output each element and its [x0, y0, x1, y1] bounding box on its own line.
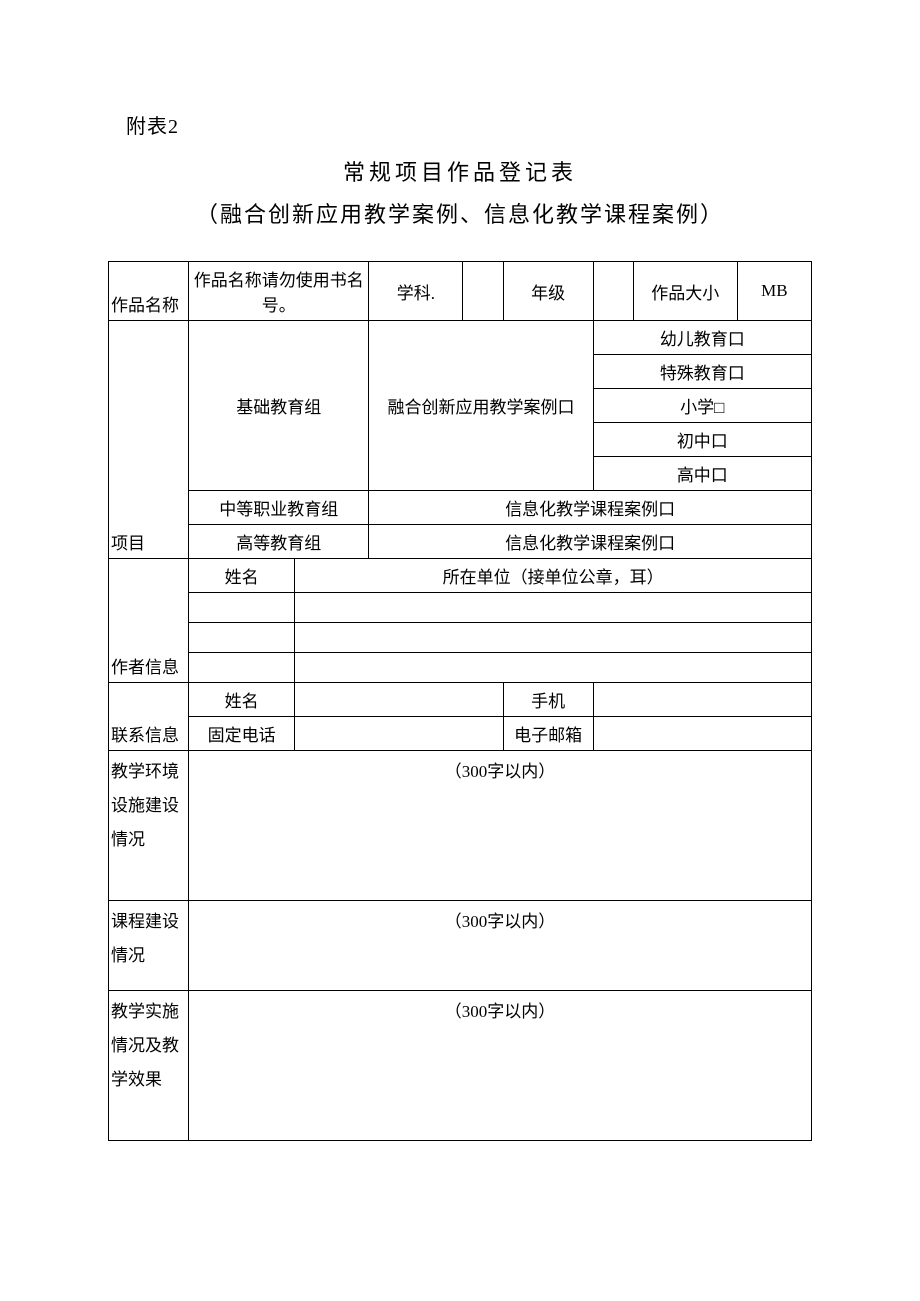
contact-email-label: 电子邮箱: [503, 717, 593, 751]
author-unit-3[interactable]: [295, 653, 812, 683]
author-name-label: 姓名: [189, 559, 295, 593]
appendix-label: 附表2: [108, 110, 812, 139]
contact-email-value[interactable]: [593, 717, 811, 751]
size-unit: MB: [737, 262, 811, 321]
contact-phone-value[interactable]: [295, 717, 503, 751]
effect-content[interactable]: （300字以内）: [189, 991, 812, 1141]
author-name-1[interactable]: [189, 593, 295, 623]
work-name-row-label: 作品名称: [109, 262, 189, 321]
author-row-2: [109, 623, 812, 653]
subject-label: 学科.: [369, 262, 463, 321]
author-name-3[interactable]: [189, 653, 295, 683]
contact-mobile-label: 手机: [503, 683, 593, 717]
registration-table: 作品名称 作品名称请勿使用书名号。 学科. 年级 作品大小 MB 项目 基础教育…: [108, 261, 812, 1141]
author-unit-1[interactable]: [295, 593, 812, 623]
case-vocational: 信息化教学课程案例口: [369, 491, 812, 525]
env-content[interactable]: （300字以内）: [189, 751, 812, 901]
contact-row-label: 联系信息: [109, 683, 189, 751]
case-higher: 信息化教学课程案例口: [369, 525, 812, 559]
opt-primary[interactable]: 小学□: [593, 389, 811, 423]
subject-value[interactable]: [463, 262, 503, 321]
contact-phone-label: 固定电话: [189, 717, 295, 751]
author-row-1: [109, 593, 812, 623]
opt-special[interactable]: 特殊教育口: [593, 355, 811, 389]
author-row-label: 作者信息: [109, 559, 189, 683]
contact-name-value[interactable]: [295, 683, 503, 717]
opt-senior[interactable]: 高中口: [593, 457, 811, 491]
page-title: 常规项目作品登记表: [108, 155, 812, 187]
author-name-2[interactable]: [189, 623, 295, 653]
effect-row-label: 教学实施情况及教学效果: [109, 991, 189, 1141]
course-content[interactable]: （300字以内）: [189, 901, 812, 991]
env-row-label: 教学环境设施建设情况: [109, 751, 189, 901]
author-unit-label: 所在单位（接单位公章，耳）: [295, 559, 812, 593]
author-unit-2[interactable]: [295, 623, 812, 653]
size-label: 作品大小: [633, 262, 737, 321]
group-basic: 基础教育组: [189, 321, 369, 491]
work-name-hint: 作品名称请勿使用书名号。: [189, 262, 369, 321]
opt-kindergarten[interactable]: 幼儿教育口: [593, 321, 811, 355]
group-higher: 高等教育组: [189, 525, 369, 559]
contact-name-label: 姓名: [189, 683, 295, 717]
author-row-3: [109, 653, 812, 683]
contact-mobile-value[interactable]: [593, 683, 811, 717]
project-row-label: 项目: [109, 321, 189, 559]
case-basic: 融合创新应用教学案例口: [369, 321, 593, 491]
grade-label: 年级: [503, 262, 593, 321]
course-row-label: 课程建设情况: [109, 901, 189, 991]
opt-junior[interactable]: 初中口: [593, 423, 811, 457]
page-subtitle: （融合创新应用教学案例、信息化教学课程案例）: [108, 197, 812, 229]
grade-value[interactable]: [593, 262, 633, 321]
group-vocational: 中等职业教育组: [189, 491, 369, 525]
